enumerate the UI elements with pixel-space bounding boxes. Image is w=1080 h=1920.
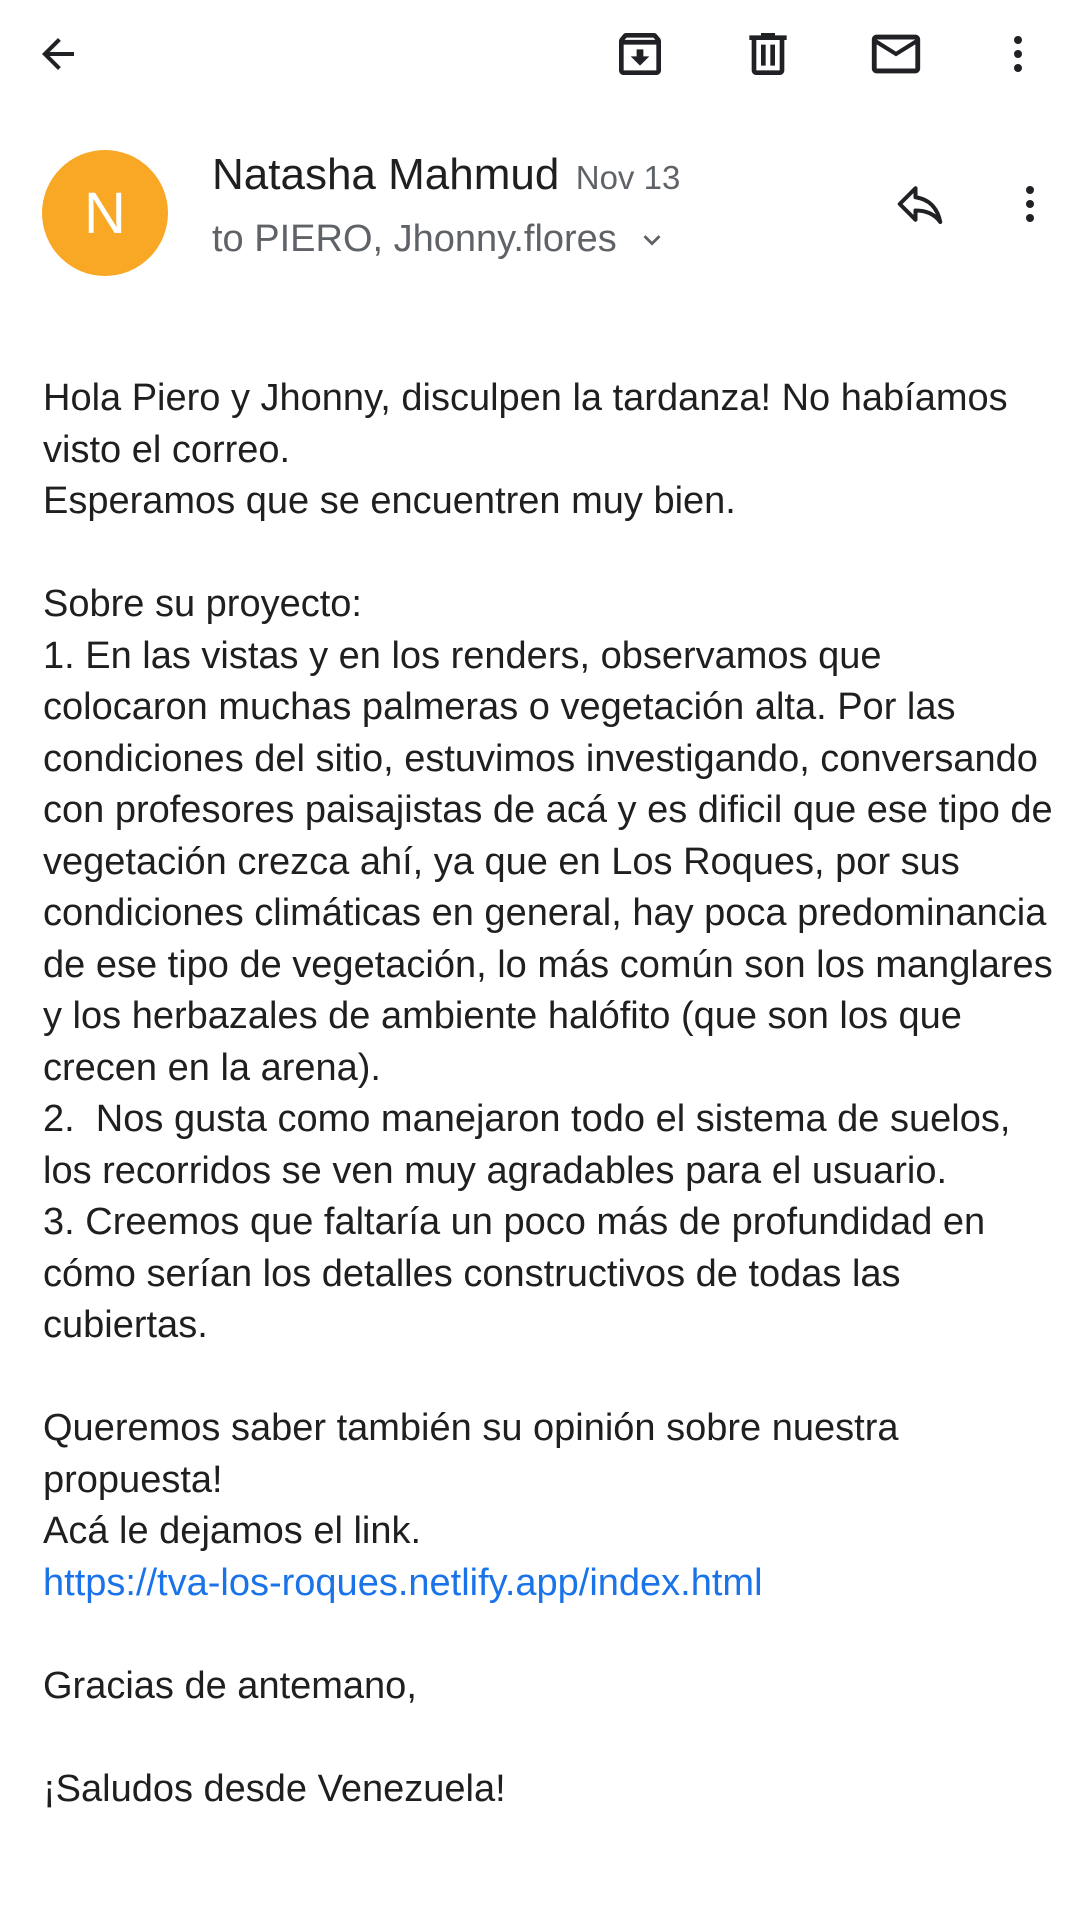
mail-icon (871, 34, 921, 74)
body-line: 2. Nos gusta como manejaron todo el sist… (43, 1098, 1021, 1192)
body-line: 1. En las vistas y en los renders, obser… (43, 634, 1064, 1089)
project-paragraph: Sobre su proyecto: 1. En las vistas y en… (43, 579, 1053, 1352)
message-more-button[interactable] (990, 164, 1070, 244)
thanks-paragraph: Gracias de antemano, (43, 1661, 1053, 1713)
recipients-toggle[interactable]: to PIERO, Jhonny.flores (212, 218, 669, 261)
body-line: Sobre su proyecto: (43, 583, 362, 625)
delete-button[interactable] (728, 14, 808, 94)
message-header: N Natasha Mahmud Nov 13 to PIERO, Jhonny… (0, 130, 1080, 300)
back-arrow-icon (42, 38, 74, 70)
reply-icon (897, 186, 943, 225)
body-line: Gracias de antemano, (43, 1664, 417, 1707)
recipients-text: to PIERO, Jhonny.flores (212, 218, 617, 260)
body-line: Queremos saber también su opinión sobre … (43, 1407, 910, 1501)
body-line: Acá le dejamos el link. (43, 1510, 422, 1552)
greeting-paragraph: Hola Piero y Jhonny, disculpen la tardan… (43, 373, 1053, 528)
message-date: Nov 13 (575, 159, 681, 196)
archive-button[interactable] (600, 14, 680, 94)
back-button[interactable] (18, 14, 98, 94)
body-line: ¡Saludos desde Venezuela! (43, 1767, 506, 1810)
reply-button[interactable] (880, 164, 960, 244)
mark-unread-button[interactable] (856, 14, 936, 94)
avatar-initial: N (84, 180, 126, 246)
message-body: Hola Piero y Jhonny, disculpen la tardan… (43, 373, 1053, 1867)
more-vert-icon (1014, 36, 1022, 72)
body-line: Esperamos que se encuentren muy bien. (43, 480, 736, 522)
sender-line: Natasha Mahmud Nov 13 (212, 150, 680, 200)
archive-icon (619, 33, 661, 75)
more-options-button[interactable] (978, 14, 1058, 94)
proposal-link[interactable]: https://tva-los-roques.netlify.app/index… (43, 1558, 1053, 1610)
body-line: 3. Creemos que faltaría un poco más de p… (43, 1201, 996, 1346)
body-line: Hola Piero y Jhonny, disculpen la tardan… (43, 377, 1019, 471)
top-toolbar (0, 0, 1080, 108)
delete-icon (749, 33, 787, 75)
avatar[interactable]: N (42, 150, 168, 276)
request-paragraph: Queremos saber también su opinión sobre … (43, 1403, 1053, 1609)
chevron-down-icon (635, 223, 669, 257)
sender-name: Natasha Mahmud (212, 150, 560, 199)
more-vert-icon (1026, 186, 1034, 222)
closing-paragraph: ¡Saludos desde Venezuela! (43, 1764, 1053, 1816)
